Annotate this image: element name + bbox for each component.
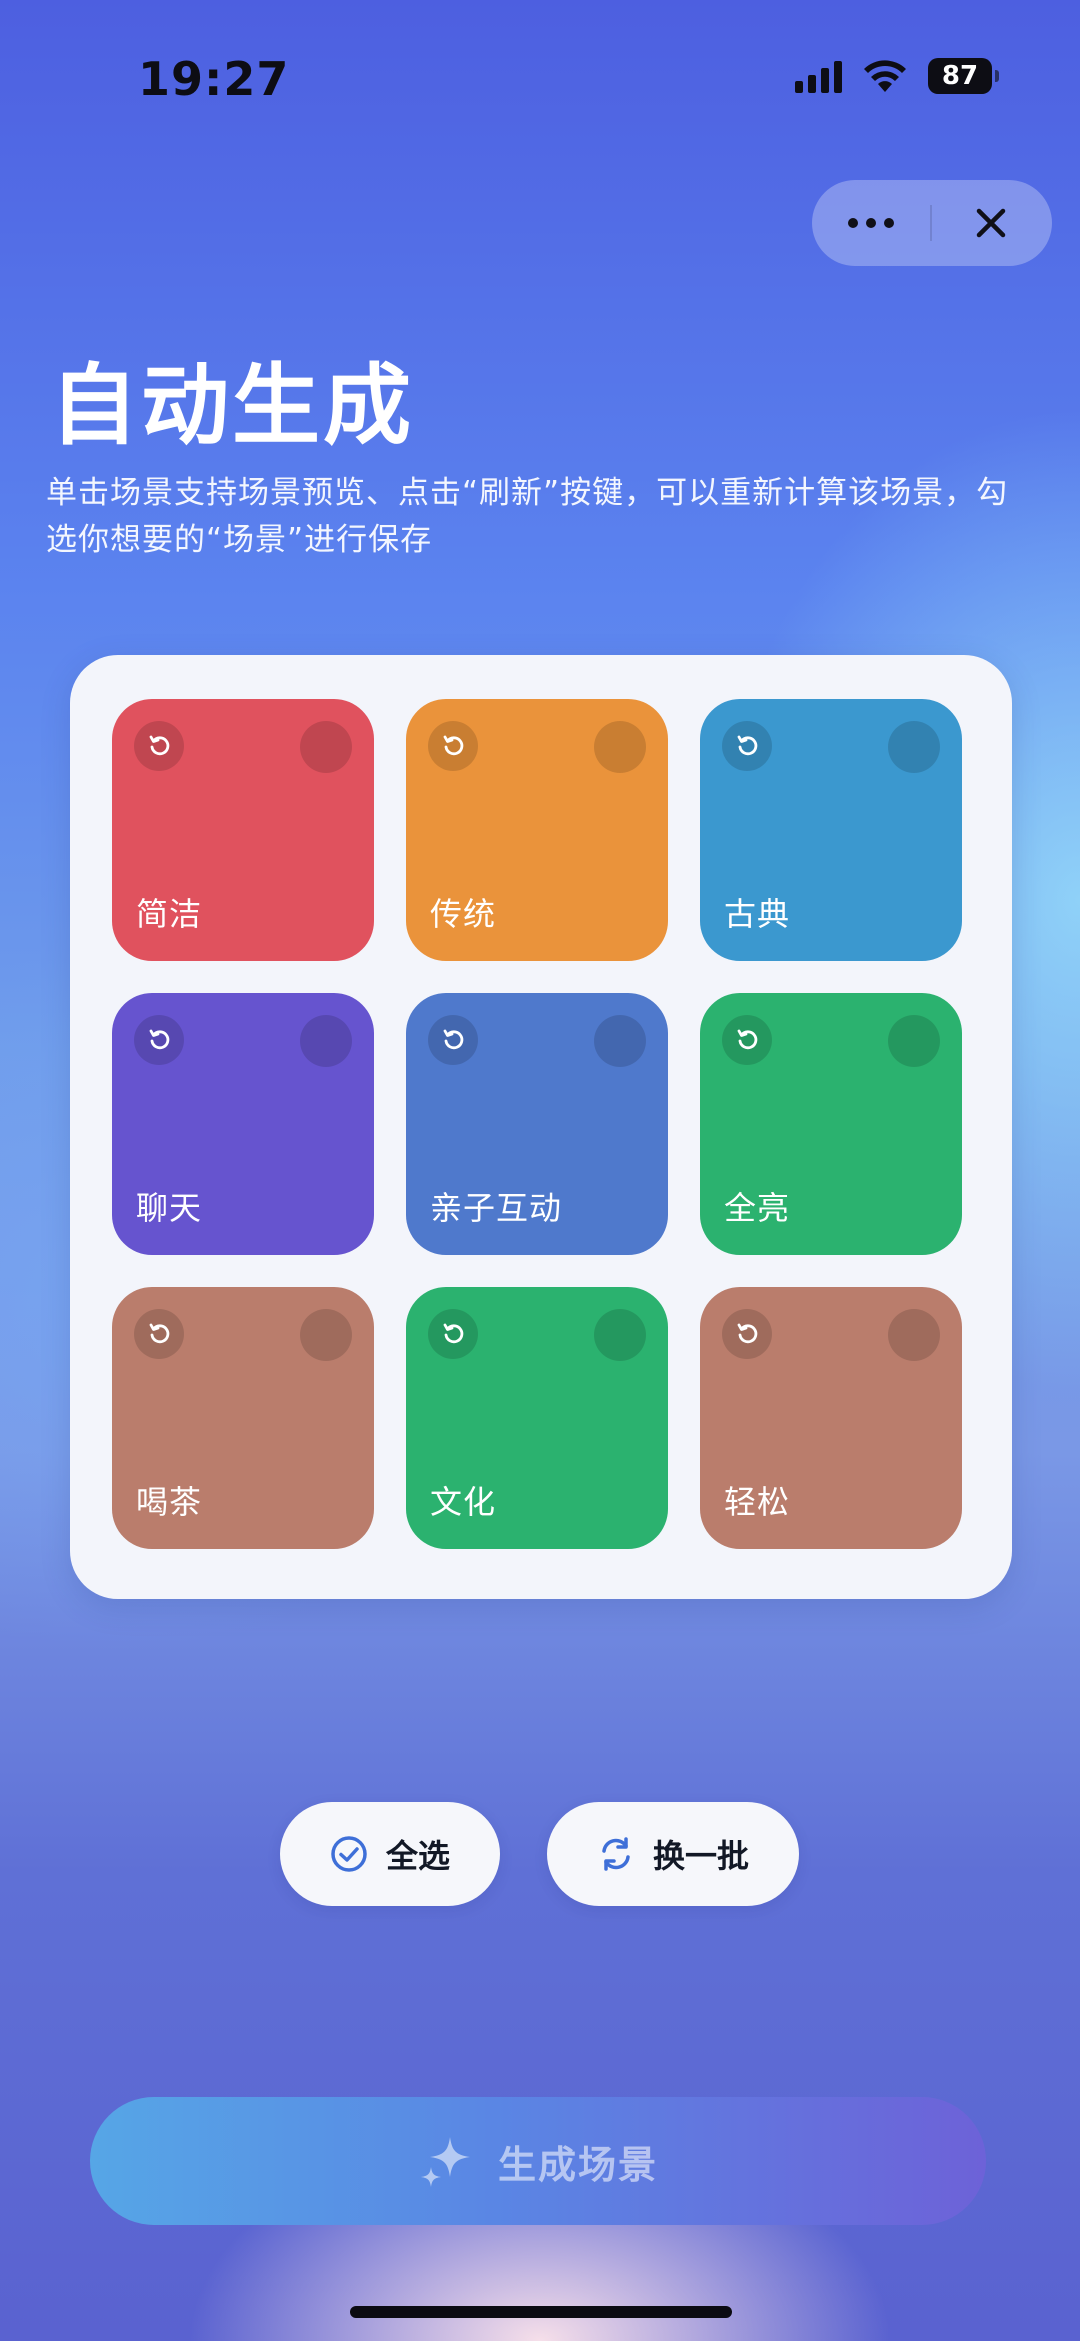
scene-label: 聊天	[136, 1189, 203, 1227]
scene-label: 全亮	[724, 1189, 791, 1227]
select-checkbox[interactable]	[594, 1309, 646, 1361]
refresh-icon[interactable]	[428, 1309, 478, 1359]
scene-panel: 简洁 传统 古典聊天 亲子互动 全亮喝茶 文化 轻松	[70, 655, 1012, 1599]
scene-tile[interactable]: 全亮	[700, 993, 962, 1255]
scene-label: 轻松	[724, 1483, 791, 1521]
scene-tile[interactable]: 轻松	[700, 1287, 962, 1549]
generate-scene-button[interactable]: 生成场景	[90, 2097, 986, 2225]
select-checkbox[interactable]	[300, 1015, 352, 1067]
scene-label: 文化	[430, 1483, 497, 1521]
scene-tile[interactable]: 传统	[406, 699, 668, 961]
scene-tile[interactable]: 简洁	[112, 699, 374, 961]
scene-tile[interactable]: 亲子互动	[406, 993, 668, 1255]
select-checkbox[interactable]	[888, 1015, 940, 1067]
scene-label: 传统	[430, 895, 497, 933]
select-checkbox[interactable]	[594, 1015, 646, 1067]
scene-label: 古典	[724, 895, 791, 933]
refresh-batch-button[interactable]: 换一批	[547, 1802, 799, 1906]
scene-grid: 简洁 传统 古典聊天 亲子互动 全亮喝茶 文化 轻松	[112, 699, 962, 1549]
sparkle-icon	[420, 2137, 470, 2187]
home-indicator	[350, 2306, 732, 2318]
refresh-icon[interactable]	[428, 721, 478, 771]
select-checkbox[interactable]	[300, 721, 352, 773]
select-checkbox[interactable]	[594, 721, 646, 773]
scene-tile[interactable]: 古典	[700, 699, 962, 961]
signal-icon	[795, 59, 842, 93]
refresh-icon[interactable]	[428, 1015, 478, 1065]
status-time: 19:27	[138, 52, 290, 106]
scene-tile[interactable]: 喝茶	[112, 1287, 374, 1549]
wifi-icon	[864, 60, 906, 92]
select-all-button[interactable]: 全选	[280, 1802, 500, 1906]
scene-tile[interactable]: 聊天	[112, 993, 374, 1255]
menu-capsule	[812, 180, 1052, 266]
more-dots-icon[interactable]	[812, 180, 930, 266]
close-icon[interactable]	[932, 180, 1050, 266]
scene-label: 喝茶	[136, 1483, 203, 1521]
refresh-icon[interactable]	[134, 721, 184, 771]
refresh-icon[interactable]	[722, 1309, 772, 1359]
scene-tile[interactable]: 文化	[406, 1287, 668, 1549]
refresh-icon[interactable]	[722, 1015, 772, 1065]
battery-icon: 87	[928, 58, 999, 94]
check-circle-icon	[331, 1836, 367, 1872]
generate-scene-label: 生成场景	[497, 2142, 658, 2187]
refresh-icon[interactable]	[722, 721, 772, 771]
status-icons: 87	[795, 58, 999, 94]
refresh-batch-label: 换一批	[652, 1837, 749, 1875]
select-all-label: 全选	[385, 1837, 450, 1875]
swap-icon	[602, 1837, 630, 1871]
refresh-icon[interactable]	[134, 1015, 184, 1065]
page-title: 自动生成	[50, 354, 415, 457]
refresh-icon[interactable]	[134, 1309, 184, 1359]
scene-label: 简洁	[136, 895, 203, 933]
select-checkbox[interactable]	[888, 721, 940, 773]
scene-label: 亲子互动	[430, 1189, 563, 1227]
page-description: 单击场景支持场景预览、点击“刷新”按键，可以重新计算该场景，勾选你想要的“场景”…	[46, 475, 1009, 558]
select-checkbox[interactable]	[888, 1309, 940, 1361]
select-checkbox[interactable]	[300, 1309, 352, 1361]
